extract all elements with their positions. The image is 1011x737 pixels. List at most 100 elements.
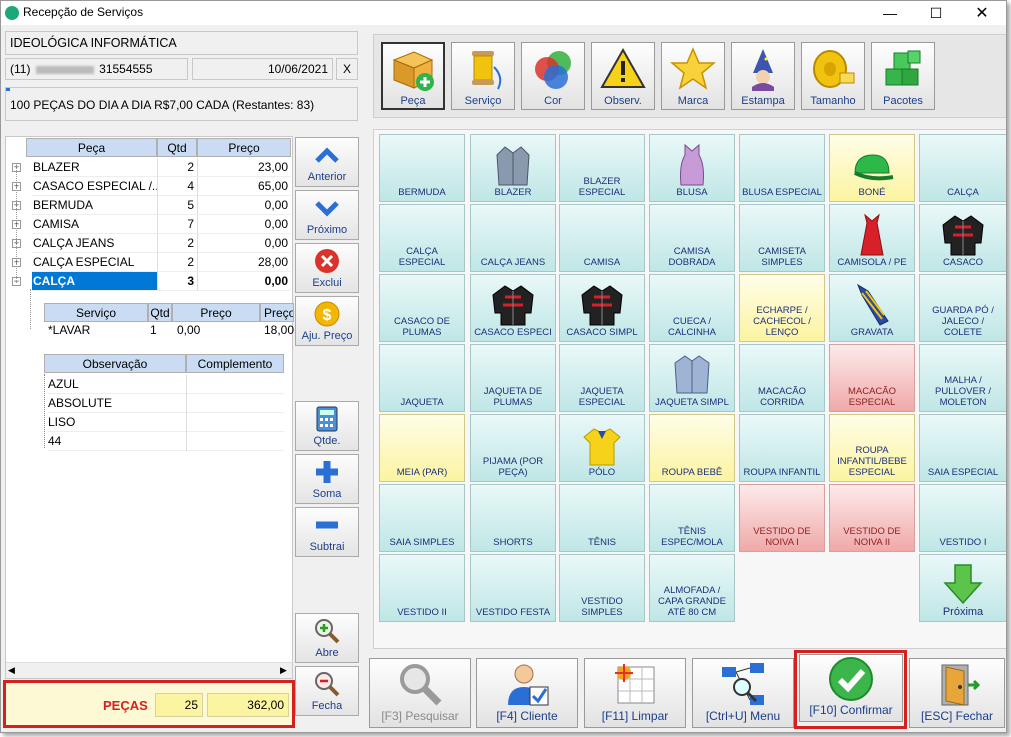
product-tile[interactable]: VESTIDO SIMPLES: [559, 554, 645, 622]
product-tile[interactable]: VESTIDO DE NOIVA II: [829, 484, 915, 552]
table-row[interactable]: BERMUDA 5 0,00: [32, 196, 292, 215]
product-tile[interactable]: MACACÃO CORRIDA: [739, 344, 825, 412]
product-tile[interactable]: VESTIDO DE NOIVA I: [739, 484, 825, 552]
close-button[interactable]: [ESC] Fechar: [909, 658, 1005, 728]
scroll-right-arrow[interactable]: ▶: [280, 665, 287, 676]
obs-row[interactable]: LISO: [48, 413, 284, 432]
product-tile[interactable]: TÊNIS ESPEC/MOLA: [649, 484, 735, 552]
table-row[interactable]: CALÇA JEANS 2 0,00: [32, 234, 292, 253]
tile-label: CAMISA DOBRADA: [668, 246, 716, 268]
product-tile[interactable]: BLAZER ESPECIAL: [559, 134, 645, 202]
toolbar-marca[interactable]: Marca: [661, 42, 725, 110]
search-button[interactable]: [F3] Pesquisar: [369, 658, 471, 728]
product-tile[interactable]: MEIA (PAR): [379, 414, 465, 482]
svc-row-price2: 18,00: [263, 323, 294, 337]
product-tile[interactable]: CAMISA: [559, 204, 645, 272]
col-peca-header[interactable]: Peça: [26, 138, 157, 157]
next-button[interactable]: Próximo: [295, 190, 359, 240]
close-window-button[interactable]: ✕: [959, 1, 1005, 25]
product-tile[interactable]: CASACO SIMPL: [559, 274, 645, 342]
expand-button[interactable]: Abre: [295, 613, 359, 663]
product-tile[interactable]: SAIA SIMPLES: [379, 484, 465, 552]
maximize-button[interactable]: ☐: [913, 1, 959, 25]
product-tile[interactable]: ROUPA INFANTIL: [739, 414, 825, 482]
toolbar-observ[interactable]: Observ.: [591, 42, 655, 110]
product-tile[interactable]: JAQUETA DE PLUMAS: [470, 344, 556, 412]
table-row[interactable]: BLAZER 2 23,00: [32, 158, 292, 177]
obs-row[interactable]: 44: [48, 432, 284, 451]
adjust-price-button[interactable]: $ Aju. Preço: [295, 296, 359, 346]
col-preco-header[interactable]: Preço: [197, 138, 291, 157]
toolbar-servico[interactable]: Serviço: [451, 42, 515, 110]
horizontal-scrollbar[interactable]: ◀ ▶: [6, 662, 292, 678]
product-tile[interactable]: GUARDA PÓ / JALECO / COLETE: [919, 274, 1006, 342]
product-tile[interactable]: SHORTS: [470, 484, 556, 552]
sum-button[interactable]: Soma: [295, 454, 359, 504]
product-tile[interactable]: CAMISA DOBRADA: [649, 204, 735, 272]
col-qtd-header[interactable]: Qtd: [157, 138, 197, 157]
clear-button[interactable]: [F11] Limpar: [584, 658, 686, 728]
product-tile[interactable]: TÊNIS: [559, 484, 645, 552]
product-tile[interactable]: BLAZER: [470, 134, 556, 202]
row-qtd: 3: [157, 272, 197, 291]
table-row[interactable]: CAMISA 7 0,00: [32, 215, 292, 234]
product-tile[interactable]: VESTIDO II: [379, 554, 465, 622]
product-tile[interactable]: GRAVATA: [829, 274, 915, 342]
obs-row[interactable]: AZUL: [48, 375, 284, 394]
toolbar-estampa[interactable]: Estampa: [731, 42, 795, 110]
product-tile[interactable]: MALHA / PULLOVER / MOLETON: [919, 344, 1006, 412]
toolbar-peca[interactable]: Peça: [381, 42, 445, 110]
product-tile[interactable]: BERMUDA: [379, 134, 465, 202]
tile-label: CASACO ESPECI: [474, 327, 552, 338]
product-tile[interactable]: BONÉ: [829, 134, 915, 202]
product-tile[interactable]: CALÇA JEANS: [470, 204, 556, 272]
clear-client-button[interactable]: X: [336, 58, 358, 80]
product-tile[interactable]: SAIA ESPECIAL: [919, 414, 1006, 482]
product-tile[interactable]: CAMISOLA / PE: [829, 204, 915, 272]
tile-label: SHORTS: [493, 537, 533, 548]
svc-row-name[interactable]: *LAVAR: [48, 323, 148, 337]
product-tile[interactable]: ECHARPE / CACHECOL / LENÇO: [739, 274, 825, 342]
product-tile[interactable]: PIJAMA (POR PEÇA): [470, 414, 556, 482]
next-page-button[interactable]: Próxima: [919, 554, 1006, 622]
delete-button[interactable]: Exclui: [295, 243, 359, 293]
product-tile[interactable]: CASACO DE PLUMAS: [379, 274, 465, 342]
obs-row[interactable]: ABSOLUTE: [48, 394, 284, 413]
collapse-button[interactable]: Fecha: [295, 666, 359, 716]
product-tile[interactable]: CALÇA: [919, 134, 1006, 202]
client-button[interactable]: [F4] Cliente: [476, 658, 578, 728]
quantity-button[interactable]: Qtde.: [295, 401, 359, 451]
product-tile[interactable]: ROUPA INFANTIL/BEBE ESPECIAL: [829, 414, 915, 482]
product-tile[interactable]: CALÇA ESPECIAL: [379, 204, 465, 272]
magnifier-icon: [397, 659, 443, 709]
product-tile[interactable]: MACACÃO ESPECIAL: [829, 344, 915, 412]
product-tile[interactable]: VESTIDO FESTA: [470, 554, 556, 622]
product-tile[interactable]: CAMISETA SIMPLES: [739, 204, 825, 272]
zoom-out-icon: [314, 667, 340, 700]
product-tile[interactable]: JAQUETA ESPECIAL: [559, 344, 645, 412]
product-tile[interactable]: ROUPA BEBÊ: [649, 414, 735, 482]
table-row[interactable]: CASACO ESPECIAL /... 4 65,00: [32, 177, 292, 196]
product-tile[interactable]: JAQUETA: [379, 344, 465, 412]
tile-label: CAMISETA SIMPLES: [758, 246, 806, 268]
product-tile[interactable]: BLUSA: [649, 134, 735, 202]
product-tile[interactable]: BLUSA ESPECIAL: [739, 134, 825, 202]
product-tile[interactable]: JAQUETA SIMPL: [649, 344, 735, 412]
previous-button[interactable]: Anterior: [295, 137, 359, 187]
tile-label: MACACÃO ESPECIAL: [847, 386, 897, 408]
toolbar-tamanho[interactable]: Tamanho: [801, 42, 865, 110]
menu-button[interactable]: [Ctrl+U] Menu: [692, 658, 794, 728]
product-tile[interactable]: PÓLO: [559, 414, 645, 482]
table-row[interactable]: CALÇA 3 0,00: [32, 272, 292, 291]
toolbar-cor[interactable]: Cor: [521, 42, 585, 110]
product-tile[interactable]: CASACO: [919, 204, 1006, 272]
product-tile[interactable]: CUECA / CALCINHA: [649, 274, 735, 342]
scroll-left-arrow[interactable]: ◀: [8, 665, 15, 676]
product-tile[interactable]: CASACO ESPECI: [470, 274, 556, 342]
table-row[interactable]: CALÇA ESPECIAL 2 28,00: [32, 253, 292, 272]
minimize-button[interactable]: —: [867, 1, 913, 25]
subtract-button[interactable]: Subtrai: [295, 507, 359, 557]
product-tile[interactable]: ALMOFADA / CAPA GRANDE ATÉ 80 CM: [649, 554, 735, 622]
product-tile[interactable]: VESTIDO I: [919, 484, 1006, 552]
toolbar-pacotes[interactable]: Pacotes: [871, 42, 935, 110]
